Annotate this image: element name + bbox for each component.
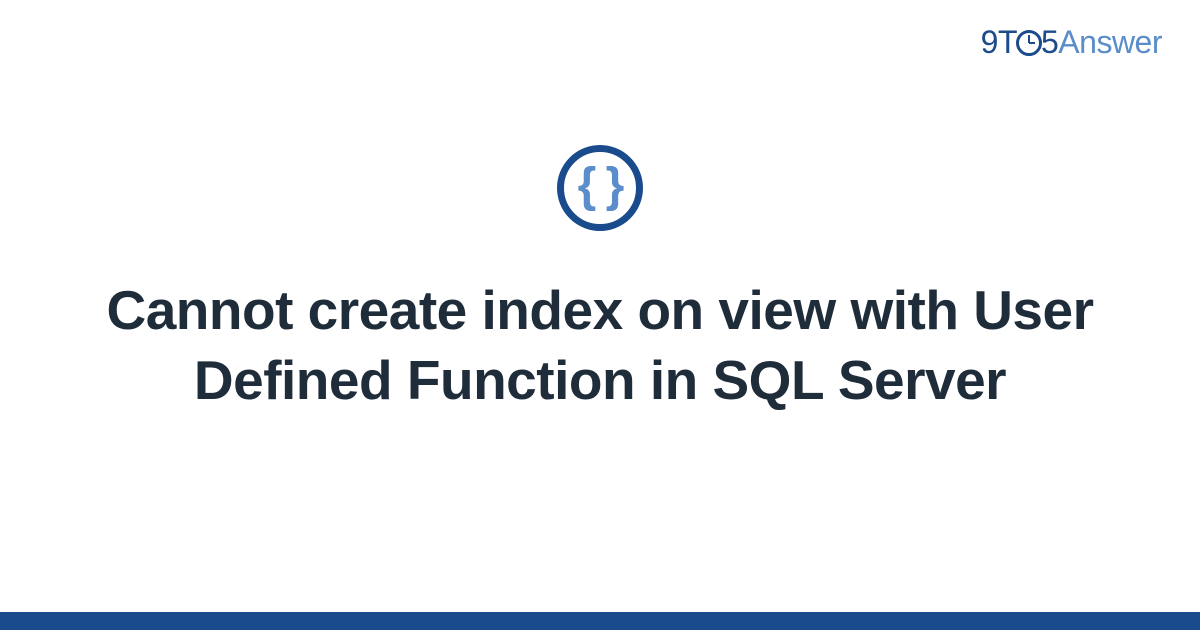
site-logo: 9T5Answer xyxy=(981,24,1162,61)
footer-bar xyxy=(0,612,1200,630)
page-title: Cannot create index on view with User De… xyxy=(90,275,1110,416)
logo-answer: Answer xyxy=(1058,24,1162,60)
category-icon-circle: { } xyxy=(557,145,643,231)
logo-five: 5 xyxy=(1041,24,1058,60)
logo-nine: 9 xyxy=(981,24,998,60)
logo-t: T xyxy=(998,24,1017,60)
code-braces-icon: { } xyxy=(578,162,623,210)
clock-icon xyxy=(1016,30,1042,56)
